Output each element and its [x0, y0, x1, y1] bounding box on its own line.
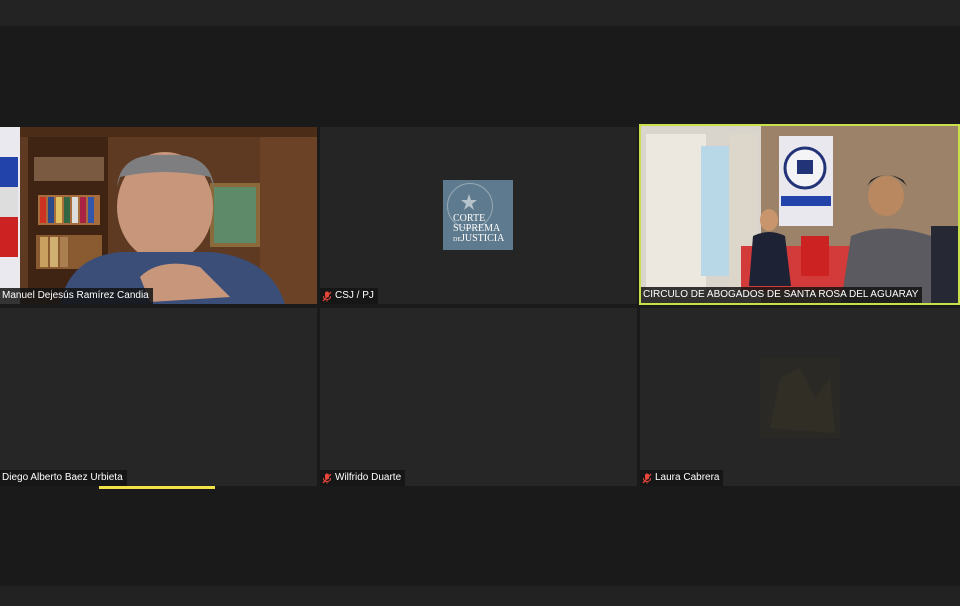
participant-name: CIRCULO DE ABOGADOS DE SANTA ROSA DEL AG…: [643, 289, 919, 300]
logo-line-3-text: JUSTICIA: [461, 233, 505, 244]
participant-tile-3[interactable]: CIRCULO DE ABOGADOS DE SANTA ROSA DEL AG…: [639, 124, 960, 305]
participant-name-label: Manuel Dejesús Ramírez Candia: [0, 288, 153, 304]
participant-name-label: CSJ / PJ: [320, 288, 378, 304]
participant-name: Manuel Dejesús Ramírez Candia: [2, 290, 149, 301]
microphone-muted-icon: [322, 291, 332, 302]
participant-name-label: Diego Alberto Baez Urbieta: [0, 470, 127, 486]
speaking-indicator: [99, 486, 215, 489]
participant-tile-1[interactable]: Manuel Dejesús Ramírez Candia: [0, 127, 317, 304]
microphone-muted-icon: [322, 473, 332, 484]
participant-name: Diego Alberto Baez Urbieta: [2, 472, 123, 483]
video-grid: Manuel Dejesús Ramírez Candia CORTE SUPR…: [0, 0, 960, 606]
bottom-toolbar: [0, 586, 960, 606]
participant-name-label: CIRCULO DE ABOGADOS DE SANTA ROSA DEL AG…: [641, 287, 923, 303]
video-frame: [641, 126, 958, 303]
logo-line-3: DEJUSTICIA: [453, 234, 504, 245]
avatar-placeholder: [760, 358, 840, 438]
participant-tile-2[interactable]: CORTE SUPREMA DEJUSTICIA CSJ / PJ: [320, 127, 637, 304]
participant-name: Laura Cabrera: [655, 472, 720, 483]
participant-name-label: Laura Cabrera: [640, 470, 724, 486]
participant-name-label: Wilfrido Duarte: [320, 470, 406, 486]
participant-tile-5[interactable]: Wilfrido Duarte: [320, 308, 637, 486]
logo-prefix: DE: [453, 237, 461, 243]
participant-tile-4[interactable]: Diego Alberto Baez Urbieta: [0, 308, 317, 486]
participant-name: CSJ / PJ: [335, 290, 374, 301]
csj-logo: CORTE SUPREMA DEJUSTICIA: [443, 180, 513, 250]
participant-tile-6[interactable]: Laura Cabrera: [640, 308, 960, 486]
participant-video: [0, 127, 317, 304]
microphone-muted-icon: [642, 473, 652, 484]
video-frame: [0, 127, 317, 304]
participant-name: Wilfrido Duarte: [335, 472, 402, 483]
